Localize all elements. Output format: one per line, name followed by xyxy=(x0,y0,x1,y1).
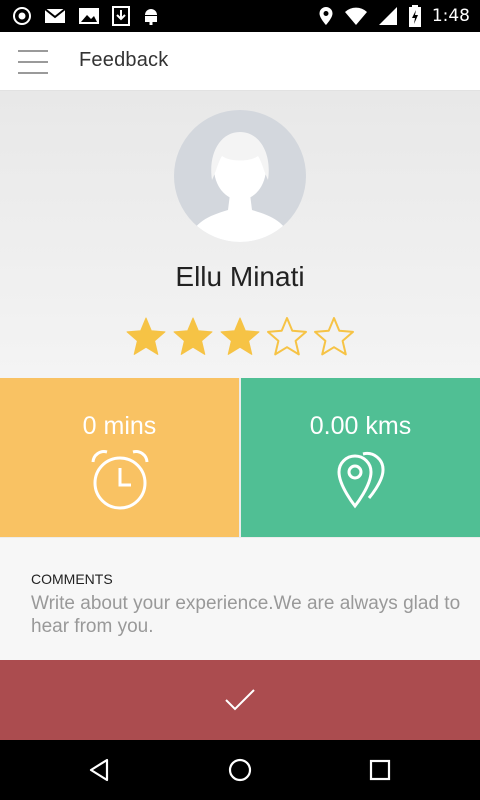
download-icon xyxy=(112,6,130,26)
star-filled-icon[interactable] xyxy=(171,315,215,359)
comments-label: COMMENTS xyxy=(31,571,113,587)
gmail-icon xyxy=(44,8,66,23)
trip-duration-value: 0 mins xyxy=(82,412,157,440)
recents-icon[interactable] xyxy=(367,757,393,783)
star-filled-icon[interactable] xyxy=(218,315,262,359)
alarm-clock-icon xyxy=(91,450,148,510)
notification-icons xyxy=(12,6,160,26)
trip-distance-tile: 0.00 kms xyxy=(241,378,480,537)
trip-duration-tile: 0 mins xyxy=(0,378,239,537)
status-bar: 1:48 xyxy=(0,0,480,32)
battery-charging-icon xyxy=(408,5,421,27)
system-navigation-bar xyxy=(0,740,480,800)
clock: 1:48 xyxy=(431,6,470,26)
submit-feedback-button[interactable] xyxy=(0,660,480,740)
record-icon xyxy=(13,7,31,25)
home-icon[interactable] xyxy=(227,757,253,783)
location-icon xyxy=(319,7,333,25)
system-icons: 1:48 xyxy=(318,5,470,27)
comments-input[interactable] xyxy=(31,592,461,642)
star-filled-icon[interactable] xyxy=(124,315,168,359)
wifi-icon xyxy=(344,7,367,25)
page-title: Feedback xyxy=(79,49,169,71)
photo-icon xyxy=(79,8,99,24)
back-icon[interactable] xyxy=(87,757,113,783)
trip-distance-value: 0.00 kms xyxy=(309,412,412,440)
avatar xyxy=(174,110,306,242)
driver-profile: Ellu Minati xyxy=(0,91,480,378)
person-silhouette-icon xyxy=(188,132,292,242)
star-empty-icon[interactable] xyxy=(265,315,309,359)
android-icon xyxy=(145,9,157,25)
map-pins-icon xyxy=(336,452,385,509)
comments-section: COMMENTS xyxy=(0,538,480,660)
signal-icon xyxy=(378,7,397,25)
hamburger-menu-icon[interactable] xyxy=(18,50,48,74)
check-icon xyxy=(225,689,255,711)
driver-name: Ellu Minati xyxy=(175,261,305,292)
star-empty-icon[interactable] xyxy=(312,315,356,359)
app-bar: Feedback xyxy=(0,32,480,91)
star-rating[interactable] xyxy=(124,315,356,359)
